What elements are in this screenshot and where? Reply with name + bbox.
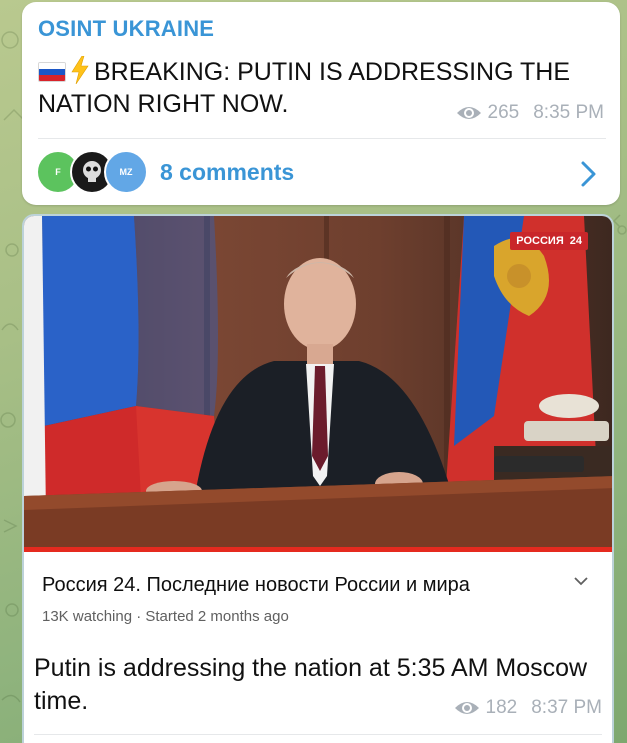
watermark-number: 24	[569, 235, 582, 247]
avatar: MZ	[104, 150, 148, 194]
video-progress-bar[interactable]	[24, 547, 612, 552]
commenter-avatars[interactable]: F MZ	[36, 150, 148, 196]
message-meta: 182 8:37 PM	[454, 697, 602, 719]
views-count: 265	[487, 102, 520, 123]
views-eye-icon	[454, 702, 479, 714]
message-time: 8:37 PM	[531, 697, 602, 718]
russia-flag-icon	[38, 62, 66, 82]
comments-link[interactable]: 8 comments	[160, 159, 294, 186]
channel-watermark: РОССИЯ 24	[510, 232, 588, 250]
watermark-brand: РОССИЯ	[516, 235, 564, 247]
divider	[34, 734, 602, 735]
chevron-right-icon[interactable]	[580, 160, 598, 188]
views-eye-icon	[456, 107, 481, 119]
video-player[interactable]: РОССИЯ 24	[24, 216, 612, 552]
message-meta: 265 8:35 PM	[456, 102, 604, 124]
channel-name[interactable]: OSINT UKRAINE	[38, 16, 214, 42]
chevron-down-icon[interactable]	[574, 576, 588, 586]
high-voltage-icon	[71, 56, 89, 84]
youtube-subtitle: 13K watching · Started 2 months ago	[42, 608, 289, 625]
message-bubble-breaking: OSINT UKRAINE BREAKING: PUTIN IS ADDRESS…	[22, 2, 620, 205]
views-count: 182	[485, 697, 518, 718]
video-progress-fill	[24, 547, 612, 552]
divider	[38, 138, 606, 139]
message-bubble-video: РОССИЯ 24 Россия 24. Последние новости Р…	[22, 214, 614, 743]
skull-icon	[83, 161, 101, 182]
message-time: 8:35 PM	[533, 102, 604, 123]
video-frame	[24, 216, 612, 552]
youtube-title[interactable]: Россия 24. Последние новости России и ми…	[42, 574, 562, 597]
